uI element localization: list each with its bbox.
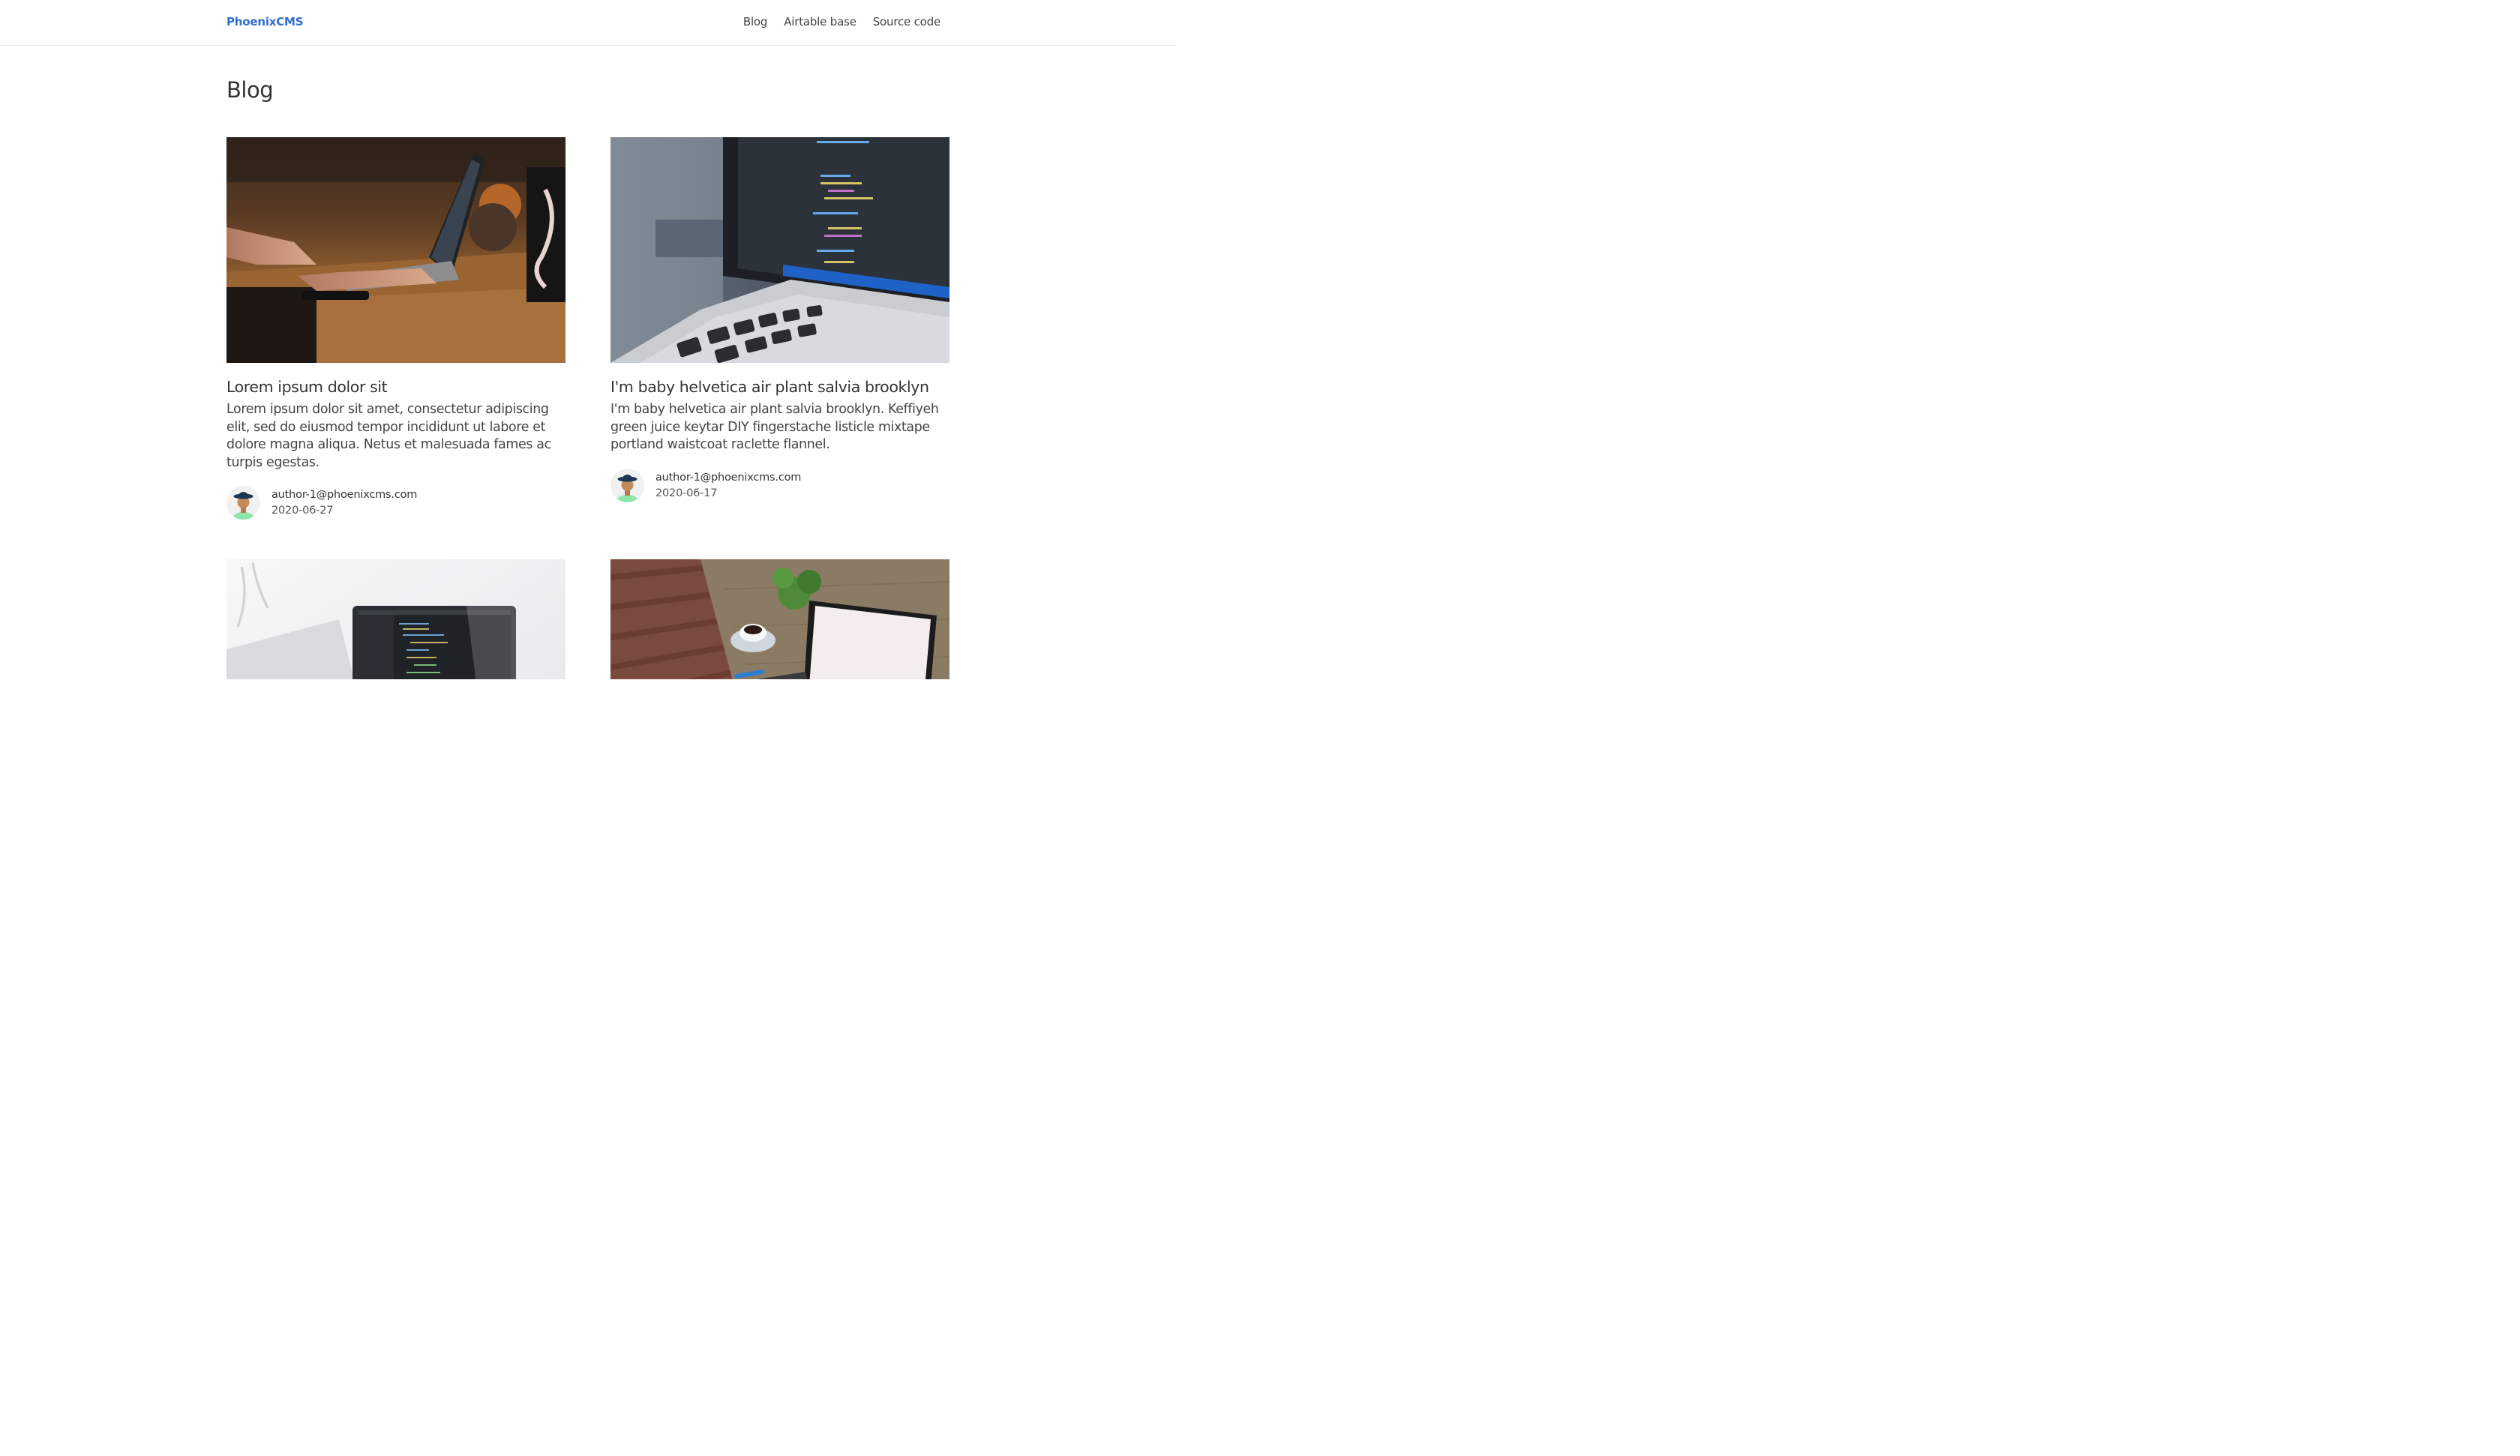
nav-link-source-code[interactable]: Source code — [873, 15, 940, 28]
post-title[interactable]: Lorem ipsum dolor sit — [226, 378, 566, 396]
post-thumbnail-laptop-wood-desk[interactable] — [226, 137, 566, 363]
author-meta: author-1@phoenixcms.com 2020-06-17 — [656, 470, 801, 502]
author-avatar — [226, 486, 260, 520]
nav-link-airtable-base[interactable]: Airtable base — [784, 15, 856, 28]
author-avatar — [610, 469, 644, 502]
post-title[interactable]: I'm baby helvetica air plant salvia broo… — [610, 378, 950, 396]
post-author: author-1@phoenixcms.com 2020-06-17 — [610, 469, 801, 502]
post-excerpt: Lorem ipsum dolor sit amet, consectetur … — [226, 402, 551, 470]
nav-link-blog[interactable]: Blog — [743, 15, 768, 28]
post-card[interactable]: Lorem ipsum dolor sit Lorem ipsum dolor … — [226, 137, 566, 527]
post-card[interactable] — [226, 559, 566, 679]
page-title: Blog — [226, 77, 274, 103]
post-excerpt: I'm baby helvetica air plant salvia broo… — [610, 402, 939, 452]
post-thumbnail-laptop-white-desk[interactable] — [226, 559, 566, 679]
author-email: author-1@phoenixcms.com — [272, 488, 418, 501]
post-card[interactable] — [610, 559, 950, 679]
post-card[interactable]: I'm baby helvetica air plant salvia broo… — [610, 137, 950, 512]
post-author: author-1@phoenixcms.com 2020-06-27 — [226, 486, 417, 520]
post-date: 2020-06-17 — [656, 487, 718, 499]
top-navbar: PhoenixCMS Blog Airtable base Source cod… — [0, 0, 1176, 46]
main-nav: Blog Airtable base Source code — [743, 15, 940, 28]
brand-logo-link[interactable]: PhoenixCMS — [226, 15, 304, 28]
author-email: author-1@phoenixcms.com — [656, 471, 802, 484]
post-thumbnail-laptop-code[interactable] — [610, 137, 950, 363]
post-date: 2020-06-27 — [272, 504, 334, 517]
author-meta: author-1@phoenixcms.com 2020-06-27 — [272, 487, 417, 519]
post-thumbnail-laptop-coffee-deck[interactable] — [610, 559, 950, 679]
